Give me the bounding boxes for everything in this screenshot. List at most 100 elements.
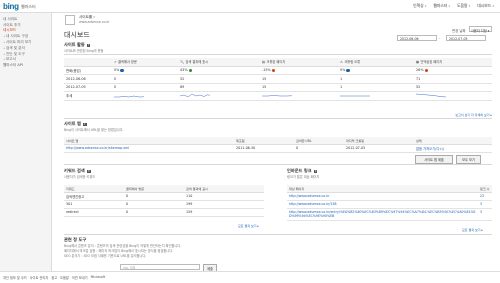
column-header-crawl-errors: ⚠ 크롤링 오류 [338,58,414,67]
footer: 개인 정보 및 쿠키 사이트 관리자 광고 도움말 의견 보내기 Microso… [0,271,500,283]
top-nav-webmaster[interactable]: 웹마스터 ▾ [431,3,452,9]
date-from-input[interactable]: 2012-06-06 [397,35,437,41]
trend-cell [338,91,414,101]
inbound-more-link[interactable]: 모든 결과 보기 ▸ [462,228,483,232]
change-cell: 0% [112,66,178,75]
table-row: http://www.adsense.co.kr/entry/%EA%B2%80… [287,208,492,221]
sitemaps-description: Bing이 사이트에서 URL을 찾는 방법입니다. [64,128,124,132]
help-icon[interactable]: ? [86,43,91,47]
table-row: 검색엔진광고 0 110 [64,192,264,201]
search-icon: 🔍 [180,60,184,65]
column-header: 마지막 크롤링 [344,137,414,145]
inbound-title: 인바운드 링크 [287,168,312,173]
bing-logo[interactable]: bing [3,2,19,11]
trend-cell [414,91,492,101]
link-count[interactable]: 23 [478,192,492,201]
chevron-down-icon: ▾ [448,4,451,8]
sidebar: 내 사이트 사이트 추가 대시보드 +내 사이트 구성 +사이트 미리 보기 +… [0,13,52,271]
change-cell: 43% [178,66,260,75]
submit-sitemap-button[interactable]: 사이트 맵 제출 [415,155,453,164]
keyword-cell: 검색엔진광고 [64,192,124,201]
footer-link-help[interactable]: 도움말 [60,275,69,280]
value-cell: 71 [414,74,492,84]
divider [64,118,492,119]
page-title: 대시보드 [64,32,90,39]
column-header: 링크 수 [478,185,492,193]
table-header-row: 대상 페이지 링크 수 [287,185,492,193]
trend-sparkline [114,95,145,98]
url-input[interactable]: URL 입력 [120,264,200,270]
divider [64,54,492,55]
column-header: 키워드 [64,185,124,193]
table-row: http://www.adsense.co.kr/sitemap.xml 201… [64,144,492,153]
summary-more-link[interactable]: 보고서 보기 더 자세히 보기 ▸ [455,113,492,117]
site-url: www.adsense.co.kr [79,20,110,24]
chevron-down-icon: ▾ [468,4,471,8]
trend-sparkline [340,95,370,96]
row-label: 변화(증감) [64,66,112,75]
date-to-input[interactable]: 2012-07-05 [446,35,486,41]
table-row: http://www.adsense.co.kr/158 3 [287,200,492,209]
table-row: http://www.adsense.co.kr 23 [287,192,492,201]
sitemap-url-link[interactable]: http://www.adsense.co.kr/sitemap.xml [64,144,174,153]
clicks-cell: 0 [124,200,184,209]
change-cell: -15% [260,66,338,75]
value-cell: 15 [260,74,338,84]
target-page-link[interactable]: http://www.adsense.co.kr/158 [287,200,478,209]
view-all-sitemaps-button[interactable]: 모두 보기 [456,155,481,164]
submitted-cell: 2011-06-30 [234,144,294,153]
chevron-down-icon: ▾ [492,4,494,8]
target-page-link[interactable]: http://www.adsense.co.kr/entry/%EA%B2%80… [287,208,478,221]
keywords-more-link[interactable]: 모든 결과 보기 ▸ [238,224,259,228]
table-header-row: 사이트 맵 제출됨 검색한 URL 마지막 크롤링 상태 [64,137,492,145]
keyword-cell: 301 [64,200,124,209]
top-nav-help[interactable]: 도움말 ▾ [455,3,472,9]
target-page-link[interactable]: http://www.adsense.co.kr [287,192,478,201]
value-cell: 0 [112,83,178,92]
change-cell: 0% [338,66,414,75]
table-header-row: 키워드 클릭해서 방문 검색 결과에 표시 [64,185,264,193]
trend-sparkline [262,94,293,96]
value-cell: 0 [112,74,178,84]
table-row: 변화(증감) 0% 43% -15% 0% 26% [64,66,492,75]
site-thumbnail [65,15,75,25]
table-row: 2012-07-05 0 89 15 1 52 [64,83,492,92]
column-header: 상태 [414,137,492,145]
footer-link-admin[interactable]: 사이트 관리자 [30,275,49,280]
footer-link-microsoft[interactable]: Microsoft [91,275,106,280]
crawled-cell: 2012-07-03 [344,144,414,153]
clicks-cell: 0 [124,192,184,201]
column-header: 검색한 URL [294,137,344,145]
keyword-cell: redirect [64,208,124,218]
footer-link-ads[interactable]: 광고 [51,275,57,280]
top-nav-dashboard[interactable]: 대시보드 ▾ [475,3,496,9]
date-range-label: 변경 날짜 [452,29,466,33]
value-cell: 15 [260,83,338,92]
column-header-crawled: ▤ 크롤된 페이지 [260,58,338,67]
table-row: 2012-06-06 0 52 15 1 71 [64,74,492,84]
chevron-down-icon: ▾ [93,15,95,19]
link-count[interactable]: 3 [478,208,492,221]
inbound-table: 대상 페이지 링크 수 http://www.adsense.co.kr 23 … [287,185,492,221]
link-count[interactable]: 3 [478,200,492,209]
inbound-description: 링크가 많은 대상 페이지 [287,175,320,179]
keywords-description: 사용자가 검색한 키워드 [64,175,96,179]
footer-link-feedback[interactable]: 의견 보내기 [72,275,88,280]
status-link[interactable]: 없음 가져오기(다시) [414,144,492,153]
row-label: 추세 [64,91,112,101]
logo-subtitle: 웹마스터 [21,4,36,9]
date-range-select[interactable]: 사용자 지정 ▾ [469,26,492,33]
value-cell: 52 [178,74,260,84]
top-nav: 인덱싱 ▾ 웹마스터 ▾ 도움말 ▾ 대시보드 ▾ [411,3,496,9]
down-arrow-icon [424,68,429,72]
trend-cell [112,91,178,101]
url-count-cell: 0 [294,144,344,153]
top-nav-indexing[interactable]: 인덱싱 ▾ [411,3,428,9]
sidebar-item-webmaster-api[interactable]: 웹마스터 API [0,62,51,68]
keywords-table: 키워드 클릭해서 방문 검색 결과에 표시 검색엔진광고 0 110 301 0… [64,185,264,218]
row-label: 2012-07-05 [64,83,112,92]
clicks-cell: 0 [124,208,184,218]
table-row: 추세 [64,91,492,101]
column-header: 대상 페이지 [287,185,478,193]
footer-link-privacy[interactable]: 개인 정보 및 쿠키 [3,275,27,280]
